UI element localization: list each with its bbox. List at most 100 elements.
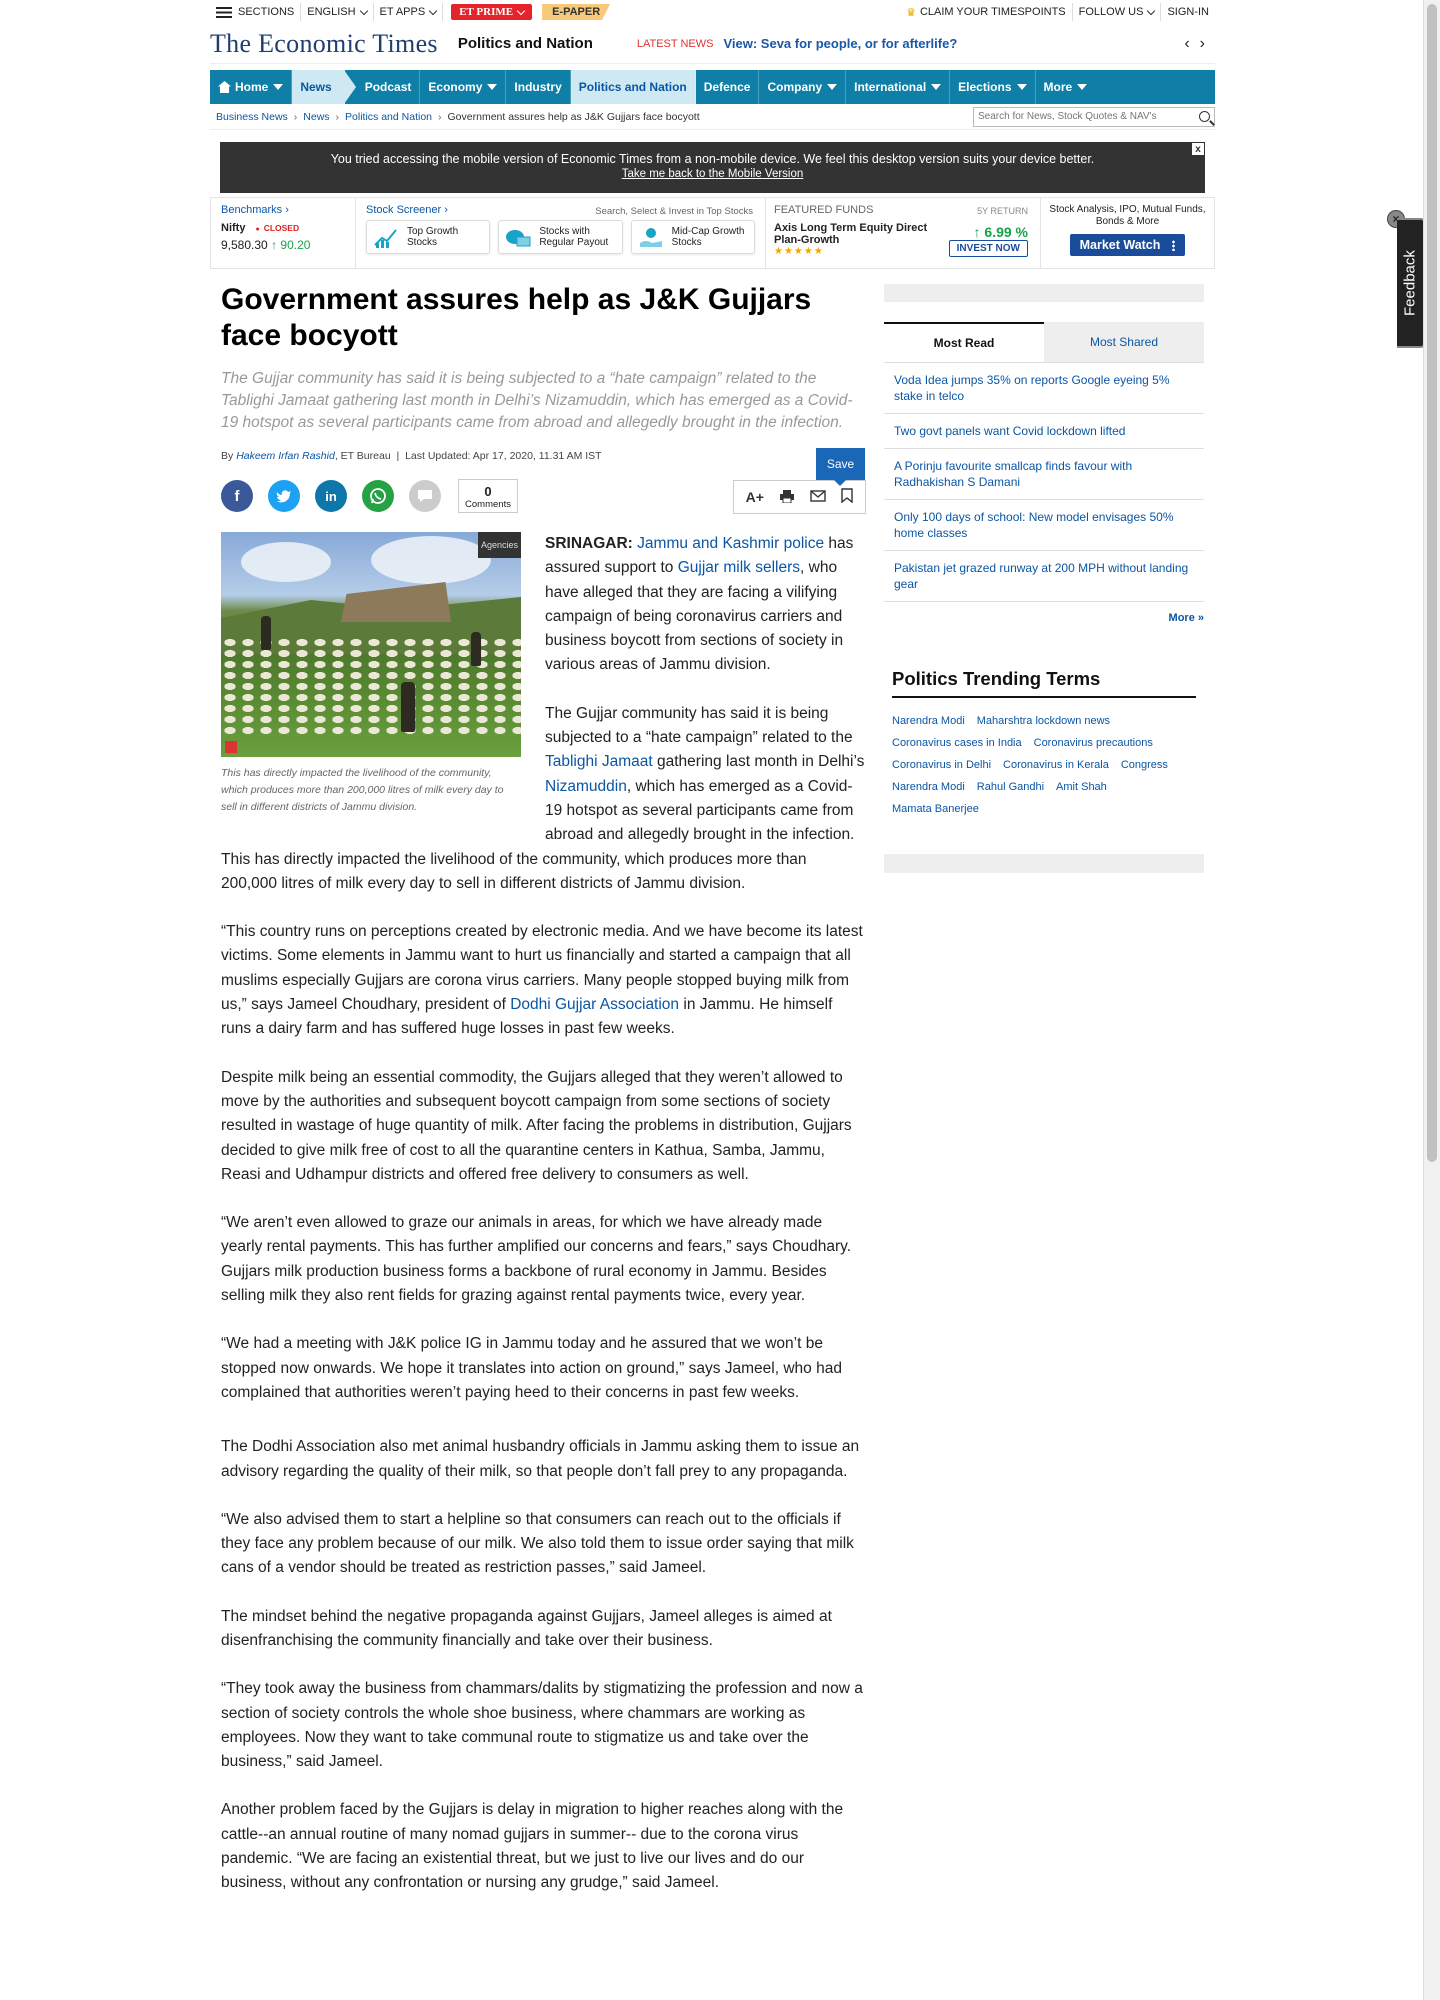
trending-term[interactable]: Mamata Banerjee [892, 798, 979, 820]
hamburger-icon [216, 6, 232, 18]
invest-now-button[interactable]: INVEST NOW [948, 240, 1028, 257]
tab-most-shared[interactable]: Most Shared [1044, 322, 1204, 362]
link-jk-police[interactable]: Jammu and Kashmir police [637, 535, 824, 552]
nav-item-politics[interactable]: Politics and Nation [570, 70, 696, 104]
main-nav: Home News Podcast Economy Industry Polit… [210, 70, 1215, 104]
facebook-icon[interactable]: f [221, 480, 253, 512]
breadcrumb-business-news[interactable]: Business News [216, 111, 288, 123]
chevron-left-icon[interactable]: ‹ [1184, 35, 1189, 53]
link-tablighi-jamaat[interactable]: Tablighi Jamaat [545, 753, 653, 770]
most-read-link[interactable]: A Porinju favourite smallcap finds favou… [894, 459, 1132, 489]
nav-item-elections[interactable]: Elections [950, 70, 1036, 104]
paragraph-5: “We aren’t even allowed to graze our ani… [221, 1214, 852, 1305]
screener-label: Stock Screener [366, 204, 442, 216]
breadcrumb-news[interactable]: News [303, 111, 329, 123]
article-image[interactable]: Agencies [221, 532, 521, 757]
nav-label: International [854, 80, 927, 94]
trending-term[interactable]: Maharshtra lockdown news [977, 710, 1110, 732]
linkedin-icon[interactable]: in [315, 480, 347, 512]
nav-item-industry[interactable]: Industry [506, 70, 571, 104]
market-watch-button[interactable]: Market Watch [1069, 234, 1186, 256]
link-gujjar-milk-sellers[interactable]: Gujjar milk sellers [678, 559, 800, 576]
etapps-menu[interactable]: ET APPS [374, 3, 444, 21]
search-icon[interactable] [1199, 110, 1210, 122]
search-box[interactable] [973, 106, 1215, 127]
font-size-icon[interactable]: A+ [746, 489, 764, 505]
link-nizamuddin[interactable]: Nizamuddin [545, 778, 627, 795]
trending-term[interactable]: Narendra Modi [892, 710, 965, 732]
author-link[interactable]: Hakeem Irfan Rashid [236, 450, 335, 462]
feedback-tab[interactable]: Feedback [1397, 218, 1425, 348]
comments-count[interactable]: 0 Comments [458, 479, 518, 513]
epaper-button[interactable]: E-PAPER [542, 4, 611, 20]
scrollbar-thumb[interactable] [1427, 4, 1437, 1162]
screener-card-midcap[interactable]: Mid-Cap Growth Stocks [630, 220, 755, 254]
nav-item-economy[interactable]: Economy [420, 70, 507, 104]
trending-term[interactable]: Amit Shah [1056, 776, 1107, 798]
whatsapp-icon[interactable] [362, 480, 394, 512]
breadcrumb-politics[interactable]: Politics and Nation [345, 111, 432, 123]
breadcrumb-separator: › [335, 110, 340, 123]
tab-most-read[interactable]: Most Read [884, 322, 1044, 362]
follow-menu[interactable]: FOLLOW US [1073, 3, 1162, 21]
screener-card-top-growth[interactable]: Top Growth Stocks [366, 220, 491, 254]
screener-card-regular-payout[interactable]: Stocks with Regular Payout [498, 220, 623, 254]
home-icon [218, 81, 231, 93]
email-icon[interactable] [810, 489, 826, 505]
trending-term[interactable]: Rahul Gandhi [977, 776, 1044, 798]
nav-item-podcast[interactable]: Podcast [357, 70, 421, 104]
language-select[interactable]: ENGLISH [301, 3, 374, 21]
most-read-link[interactable]: Only 100 days of school: New model envis… [894, 510, 1174, 540]
paragraph-9: The mindset behind the negative propagan… [221, 1607, 832, 1649]
sections-menu[interactable]: SECTIONS [210, 3, 302, 21]
signin-link[interactable]: SIGN-IN [1161, 3, 1215, 21]
trending-term[interactable]: Coronavirus in Delhi [892, 754, 991, 776]
twitter-icon[interactable] [268, 480, 300, 512]
nav-item-company[interactable]: Company [759, 70, 847, 104]
list-item: A Porinju favourite smallcap finds favou… [884, 449, 1204, 500]
search-input[interactable] [978, 111, 1178, 122]
trending-term[interactable]: Coronavirus cases in India [892, 732, 1022, 754]
trending-term[interactable]: Narendra Modi [892, 776, 965, 798]
most-read-link[interactable]: Two govt panels want Covid lockdown lift… [894, 424, 1125, 438]
most-read-link[interactable]: Pakistan jet grazed runway at 200 MPH wi… [894, 561, 1188, 591]
image-credit: Agencies [477, 532, 521, 559]
nav-label: Company [767, 80, 823, 94]
site-logo[interactable]: The Economic Times [210, 29, 438, 59]
chevron-right-icon[interactable]: › [1200, 35, 1205, 53]
byline: By Hakeem Irfan Rashid, ET Bureau | Last… [221, 450, 602, 462]
close-icon[interactable]: x [1191, 142, 1205, 156]
right-rail: Most Read Most Shared Voda Idea jumps 35… [884, 284, 1204, 873]
comment-icon[interactable] [409, 480, 441, 512]
nav-item-news[interactable]: News [292, 70, 357, 104]
etprime-button[interactable]: ET PRIME [451, 4, 533, 20]
nav-item-more[interactable]: More [1036, 70, 1096, 104]
bookmark-icon[interactable] [841, 488, 854, 506]
most-read-link[interactable]: Voda Idea jumps 35% on reports Google ey… [894, 373, 1170, 403]
timespoints-link[interactable]: ♛ CLAIM YOUR TIMESPOINTS [900, 3, 1073, 21]
section-title[interactable]: Politics and Nation [458, 35, 593, 52]
fund-name[interactable]: Axis Long Term Equity Direct Plan-Growth [774, 222, 944, 246]
mobile-version-link[interactable]: Take me back to the Mobile Version [220, 168, 1205, 180]
nav-item-home[interactable]: Home [210, 70, 293, 104]
timespoints-label: CLAIM YOUR TIMESPOINTS [919, 6, 1066, 18]
nav-item-defence[interactable]: Defence [696, 70, 760, 104]
featured-funds-panel: FEATURED FUNDS 5Y RETURN Axis Long Term … [766, 198, 1041, 268]
save-button[interactable]: Save [816, 448, 865, 486]
more-link[interactable]: More » [1169, 612, 1204, 624]
trending-term[interactable]: Congress [1121, 754, 1168, 776]
latest-news-link[interactable]: View: Seva for people, or for afterlife? [723, 36, 957, 51]
nav-item-international[interactable]: International [846, 70, 951, 104]
benchmarks-link[interactable]: Benchmarks › [221, 204, 345, 216]
scrollbar[interactable] [1423, 0, 1440, 2000]
card-label: Mid-Cap Growth Stocks [671, 226, 745, 248]
print-icon[interactable] [779, 489, 795, 506]
masthead: The Economic Times Politics and Nation L… [210, 24, 1215, 64]
index-name[interactable]: Nifty [221, 222, 245, 234]
trending-term[interactable]: Coronavirus in Kerala [1003, 754, 1109, 776]
trending-term[interactable]: Coronavirus precautions [1034, 732, 1153, 754]
link-dodhi-gujjar-association[interactable]: Dodhi Gujjar Association [510, 996, 679, 1013]
language-label: ENGLISH [307, 6, 356, 18]
market-watch-text: Stock Analysis, IPO, Mutual Funds, Bonds… [1049, 204, 1206, 227]
paragraph-4: Despite milk being an essential commodit… [221, 1068, 852, 1183]
